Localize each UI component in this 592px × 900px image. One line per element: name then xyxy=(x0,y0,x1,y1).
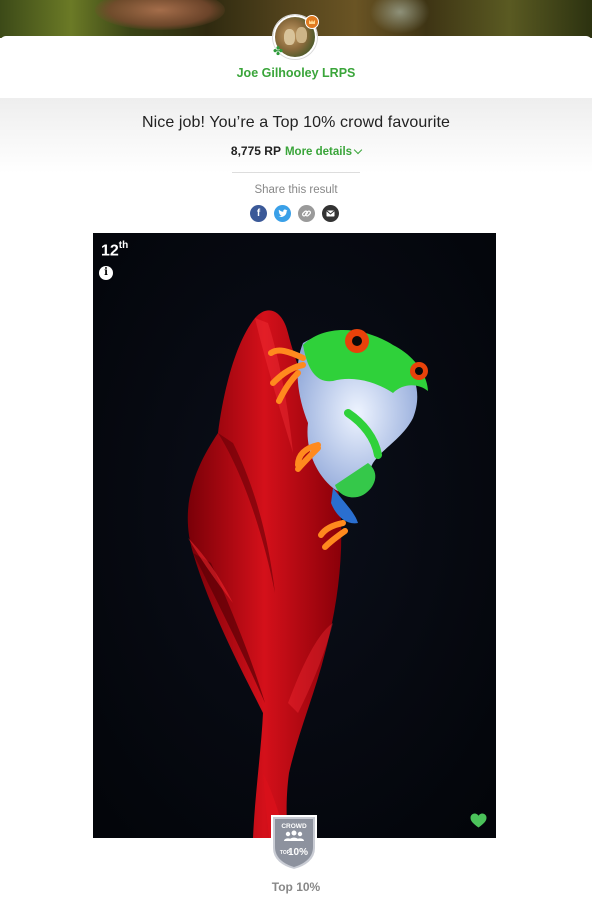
rp-row: 8,775 RP More details xyxy=(0,144,592,158)
cover-blur xyxy=(370,0,430,34)
rp-value: 8,775 RP xyxy=(230,144,281,158)
rank-number: 12 xyxy=(101,242,119,260)
share-icons: f xyxy=(250,205,342,223)
badge-top-text: CROWD xyxy=(281,823,307,830)
more-details-link[interactable]: More details xyxy=(284,145,363,158)
link-icon[interactable] xyxy=(298,205,315,222)
submitted-photo[interactable] xyxy=(93,233,496,838)
rank-label: 12th xyxy=(101,240,129,260)
more-details-label: More details xyxy=(284,146,353,158)
cover-blur xyxy=(95,0,225,30)
facebook-icon[interactable]: f xyxy=(250,205,267,222)
result-headline: Nice job! You’re a Top 10% crowd favouri… xyxy=(141,114,451,131)
user-name[interactable]: Joe Gilhooley LRPS xyxy=(0,66,592,80)
avatar-owl xyxy=(284,29,295,45)
frog-on-flower-image xyxy=(93,233,496,838)
email-icon[interactable] xyxy=(322,205,339,222)
info-icon[interactable]: i xyxy=(99,266,113,280)
heart-icon[interactable] xyxy=(470,813,487,828)
avatar-owl xyxy=(296,27,307,43)
divider xyxy=(232,172,360,173)
twitter-bird-glyph xyxy=(278,209,288,217)
info-glyph: i xyxy=(104,267,108,278)
badge-bottom-big: 10% xyxy=(288,847,308,858)
share-label: Share this result xyxy=(254,184,338,196)
twitter-icon[interactable] xyxy=(274,205,291,222)
chevron-down-icon xyxy=(353,145,363,155)
badge-label: Top 10% xyxy=(271,880,321,894)
facebook-glyph: f xyxy=(256,208,261,219)
rank-suffix: th xyxy=(118,240,129,251)
crowd-top10-badge: CROWD TOP 10% xyxy=(271,815,317,872)
clover-icon: ✤ xyxy=(273,44,284,58)
envelope-glyph xyxy=(326,210,335,217)
link-glyph xyxy=(301,210,312,217)
crown-icon xyxy=(305,15,319,29)
